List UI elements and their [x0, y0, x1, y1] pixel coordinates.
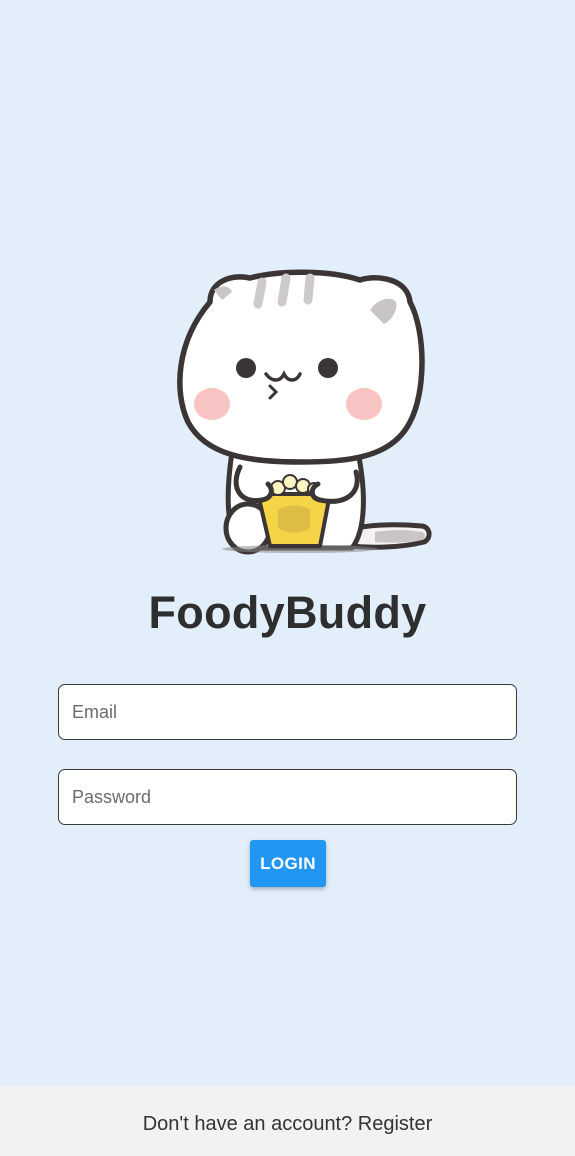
login-screen: FoodyBuddy LOGIN: [0, 0, 575, 1086]
register-link[interactable]: Don't have an account? Register: [0, 1110, 575, 1138]
password-field-container: [58, 769, 517, 825]
email-field-container: [58, 684, 517, 740]
app-title: FoodyBuddy: [148, 587, 427, 638]
email-input[interactable]: [59, 685, 516, 739]
cat-eating-popcorn-icon: [177, 269, 432, 555]
password-input[interactable]: [59, 770, 516, 824]
footer-bar: Don't have an account? Register: [0, 1086, 575, 1156]
login-button[interactable]: LOGIN: [250, 840, 326, 887]
